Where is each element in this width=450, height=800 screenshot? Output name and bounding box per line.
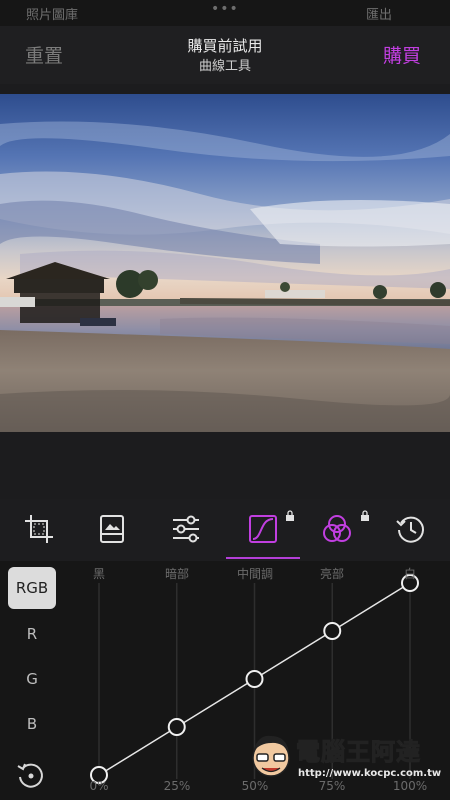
buy-button[interactable]: 購買: [383, 41, 421, 68]
mascot-logo: [252, 735, 290, 777]
sliders-icon: [173, 515, 199, 543]
image-adjust-tool[interactable]: [92, 509, 132, 549]
active-tool-indicator: [226, 557, 300, 559]
tone-label: 暗部: [164, 567, 190, 581]
curves-icon: [249, 515, 277, 543]
color-circles-icon: [323, 515, 351, 542]
channel-b-button[interactable]: B: [8, 703, 56, 745]
image-icon: [100, 515, 124, 543]
channel-r-button[interactable]: R: [8, 613, 56, 655]
history-icon: [396, 516, 424, 543]
tone-label: 白: [403, 567, 417, 581]
navigation-bar: 重置 購買前試用 曲線工具 購買: [0, 26, 450, 84]
reset-curve-icon[interactable]: [14, 759, 48, 793]
photo-library-link[interactable]: 照片圖庫: [26, 4, 78, 23]
watermark-url: http://www.kocpc.com.tw: [298, 768, 442, 779]
percent-label: 25%: [163, 779, 191, 793]
beach-sunset-photo: [0, 94, 450, 432]
history-tool[interactable]: [391, 509, 431, 549]
curves-tool[interactable]: [243, 509, 283, 549]
sliders-tool[interactable]: [166, 509, 206, 549]
tone-label: 黑: [92, 567, 106, 581]
channel-rgb-button[interactable]: RGB: [8, 567, 56, 609]
curve-control-point[interactable]: [167, 718, 186, 736]
crop-tool[interactable]: [19, 509, 59, 549]
tone-label: 中間調: [236, 567, 274, 581]
status-bar: 照片圖庫 ••• 匯出: [0, 0, 450, 26]
tone-label: 亮部: [319, 567, 345, 581]
color-tool[interactable]: [317, 509, 357, 549]
more-dots[interactable]: •••: [211, 1, 239, 17]
watermark: 電腦王阿達 http://www.kocpc.com.tw: [248, 730, 444, 786]
watermark-title: 電腦王阿達: [296, 738, 421, 767]
photo-preview[interactable]: [0, 94, 450, 432]
curve-control-point[interactable]: [323, 622, 342, 640]
lock-icon: [286, 510, 294, 521]
channel-g-button[interactable]: G: [8, 658, 56, 700]
curve-control-point[interactable]: [245, 670, 264, 688]
lock-icon: [361, 510, 369, 521]
percent-label: 0%: [89, 779, 109, 793]
export-link[interactable]: 匯出: [366, 4, 392, 23]
tool-bar: [0, 499, 450, 561]
crop-icon: [25, 515, 53, 543]
